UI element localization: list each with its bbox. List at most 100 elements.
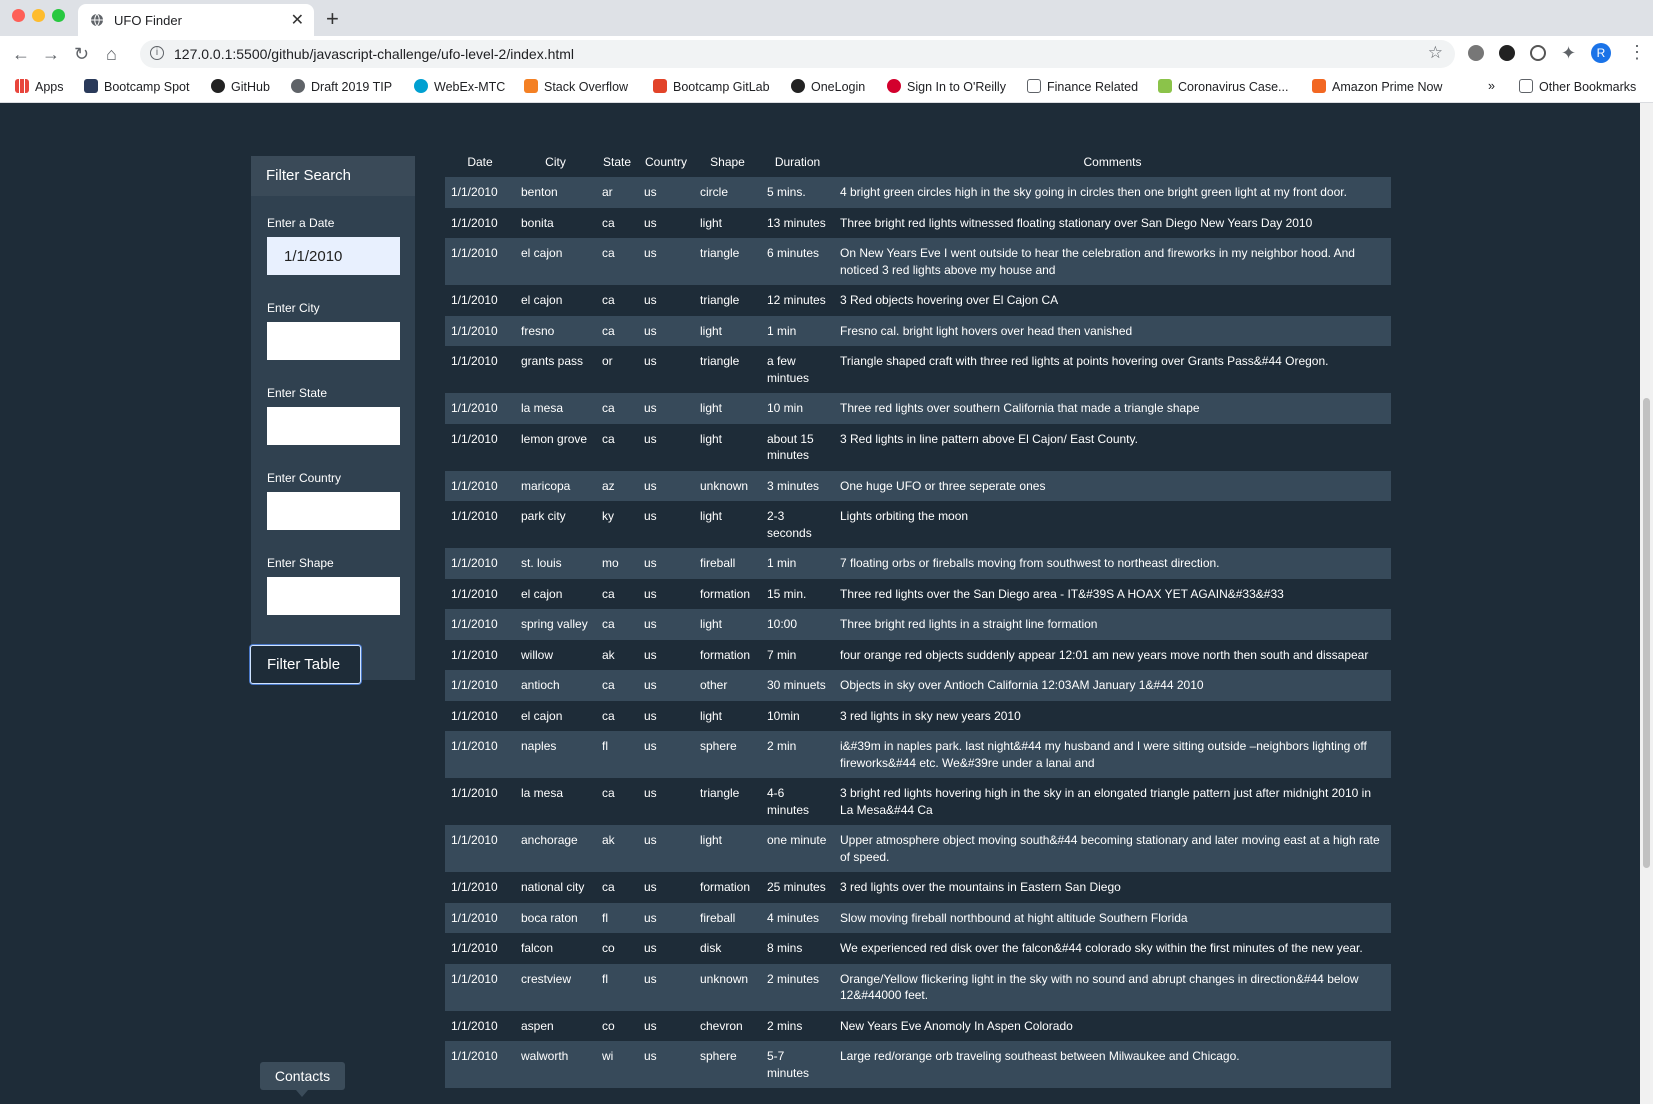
info-icon[interactable]: i xyxy=(150,46,164,60)
contacts-tooltip[interactable]: Contacts xyxy=(260,1062,345,1097)
forward-icon[interactable]: → xyxy=(42,44,60,65)
filter-panel-header: Filter Search xyxy=(251,156,415,196)
filter-table-button[interactable]: Filter Table xyxy=(250,645,361,684)
table-cell-date: 1/1/2010 xyxy=(451,678,498,692)
table-cell-shape: light xyxy=(700,708,723,723)
bookmark-oreilly[interactable]: Sign In to O'Reilly xyxy=(887,79,1006,94)
table-cell-state: co xyxy=(602,1018,615,1033)
table-cell-comments: Objects in sky over Antioch California 1… xyxy=(840,678,1204,692)
bookmark-coronavirus[interactable]: Coronavirus Case... xyxy=(1158,79,1288,94)
table-cell-country: us xyxy=(644,708,657,723)
table-cell-city: national city xyxy=(521,880,585,894)
extension-icon[interactable] xyxy=(1468,45,1484,61)
close-tab-icon[interactable]: ✕ xyxy=(291,10,304,30)
table-cell-comments: We experienced red disk over the falcon&… xyxy=(840,941,1363,955)
bookmark-apps[interactable]: Apps xyxy=(15,79,64,94)
bookmark-webex[interactable]: WebEx-MTC xyxy=(414,79,505,94)
bookmark-amazon-prime[interactable]: Amazon Prime Now xyxy=(1312,79,1442,94)
menu-icon[interactable]: ⋮ xyxy=(1628,42,1646,63)
table-cell-shape: light xyxy=(700,617,723,631)
table-cell-duration: one minute xyxy=(767,833,827,847)
bookmark-star-icon[interactable]: ☆ xyxy=(1428,43,1443,63)
table-cell-duration: 2 mins xyxy=(767,1018,803,1033)
table-cell-state: wi xyxy=(602,1049,614,1063)
table-cell-date: 1/1/2010 xyxy=(451,1049,498,1063)
state-input[interactable] xyxy=(267,407,400,445)
home-icon[interactable]: ⌂ xyxy=(106,44,117,65)
bookmark-stack-overflow[interactable]: Stack Overflow xyxy=(524,79,628,94)
table-row: 1/1/2010 park city ky us light 2-3 seconds Lig… xyxy=(445,501,1391,548)
url-text[interactable]: 127.0.0.1:5500/github/javascript-challen… xyxy=(174,46,574,62)
table-cell-state: or xyxy=(602,354,613,368)
filter-panel: Filter Search Enter a Date Enter City En… xyxy=(250,156,415,684)
table-cell-country: us xyxy=(644,971,657,986)
table-cell-date: 1/1/2010 xyxy=(451,246,498,260)
extension-icon[interactable] xyxy=(1530,45,1546,61)
table-cell-duration: 4 minutes xyxy=(767,910,820,925)
puzzle-icon[interactable]: ✦ xyxy=(1561,43,1576,64)
table-cell-comments: 3 red lights in sky new years 2010 xyxy=(840,708,1021,723)
table-cell-country: us xyxy=(644,354,657,368)
table-row: 1/1/2010 bonita ca us light 13 minutes Three b… xyxy=(445,207,1391,238)
reload-icon[interactable]: ↻ xyxy=(74,44,89,65)
table-cell-city: st. louis xyxy=(521,556,562,570)
shape-input[interactable] xyxy=(267,577,400,615)
bookmark-github[interactable]: GitHub xyxy=(211,79,270,94)
column-header-comments: Comments xyxy=(1083,155,1142,169)
browser-tab[interactable]: UFO Finder ✕ xyxy=(78,4,314,36)
table-cell-city: aspen xyxy=(521,1018,554,1033)
city-input[interactable] xyxy=(267,322,400,360)
bookmark-onelogin[interactable]: OneLogin xyxy=(791,79,865,94)
scrollbar-thumb[interactable] xyxy=(1643,398,1650,868)
onelogin-extension-icon[interactable] xyxy=(1499,45,1515,61)
table-row: 1/1/2010 el cajon ca us formation 15 min. Thre… xyxy=(445,578,1391,609)
table-cell-city: lemon grove xyxy=(521,431,588,446)
table-cell-date: 1/1/2010 xyxy=(451,586,498,601)
table-cell-country: us xyxy=(644,786,657,800)
bookmark-draft-2019[interactable]: Draft 2019 TIP xyxy=(291,79,392,94)
table-cell-date: 1/1/2010 xyxy=(451,708,498,723)
date-input[interactable] xyxy=(267,237,400,275)
table-cell-date: 1/1/2010 xyxy=(451,401,498,415)
table-cell-duration: 12 minutes xyxy=(767,293,826,307)
bookmark-other-folder[interactable]: Other Bookmarks xyxy=(1519,79,1636,94)
address-bar[interactable]: i 127.0.0.1:5500/github/javascript-chall… xyxy=(140,40,1455,68)
table-cell-duration: 10min xyxy=(767,708,800,723)
ufo-table-container: Date City State Country Shape Duration Comment… xyxy=(445,147,1391,1088)
table-row: 1/1/2010 national city ca us formation 25 min… xyxy=(445,872,1391,903)
globe-icon xyxy=(291,79,305,93)
country-input[interactable] xyxy=(267,492,400,530)
table-cell-state: ak xyxy=(602,833,615,847)
page-scrollbar[interactable] xyxy=(1640,103,1653,1104)
table-cell-city: bonita xyxy=(521,215,554,230)
table-cell-shape: other xyxy=(700,678,728,692)
table-cell-comments: Three red lights over the San Diego area… xyxy=(840,586,1284,601)
table-row: 1/1/2010 naples fl us sphere 2 min i&#39m in n… xyxy=(445,731,1391,778)
github-icon xyxy=(211,79,225,93)
back-icon[interactable]: ← xyxy=(12,44,30,65)
bookmark-finance-folder[interactable]: Finance Related xyxy=(1027,79,1138,94)
bookmark-bootcamp-spot[interactable]: Bootcamp Spot xyxy=(84,79,189,94)
table-cell-date: 1/1/2010 xyxy=(451,478,498,493)
table-cell-comments: Large red/orange orb traveling southeast… xyxy=(840,1049,1240,1063)
column-header-state: State xyxy=(602,155,632,169)
new-tab-icon[interactable]: + xyxy=(326,6,339,32)
table-row: 1/1/2010 benton ar us circle 5 mins. 4 bright … xyxy=(445,177,1391,208)
table-cell-state: ky xyxy=(602,509,614,523)
more-bookmarks-chevron-icon[interactable]: » xyxy=(1488,79,1495,93)
avatar-initial: R xyxy=(1596,46,1606,60)
table-cell-duration: 15 min. xyxy=(767,586,807,601)
avatar[interactable]: R xyxy=(1591,43,1611,63)
table-cell-comments: Lights orbiting the moon xyxy=(840,509,969,523)
close-window-button[interactable] xyxy=(12,9,25,22)
minimize-window-button[interactable] xyxy=(32,9,45,22)
table-cell-country: us xyxy=(644,509,657,523)
table-cell-state: co xyxy=(602,941,615,955)
bookmark-gitlab[interactable]: Bootcamp GitLab xyxy=(653,79,770,94)
table-cell-shape: light xyxy=(700,509,723,523)
folder-icon xyxy=(1027,79,1041,93)
table-cell-duration: 5-7 minutes xyxy=(767,1049,810,1080)
table-cell-shape: fireball xyxy=(700,910,736,925)
maximize-window-button[interactable] xyxy=(52,9,65,22)
table-cell-country: us xyxy=(644,246,657,260)
